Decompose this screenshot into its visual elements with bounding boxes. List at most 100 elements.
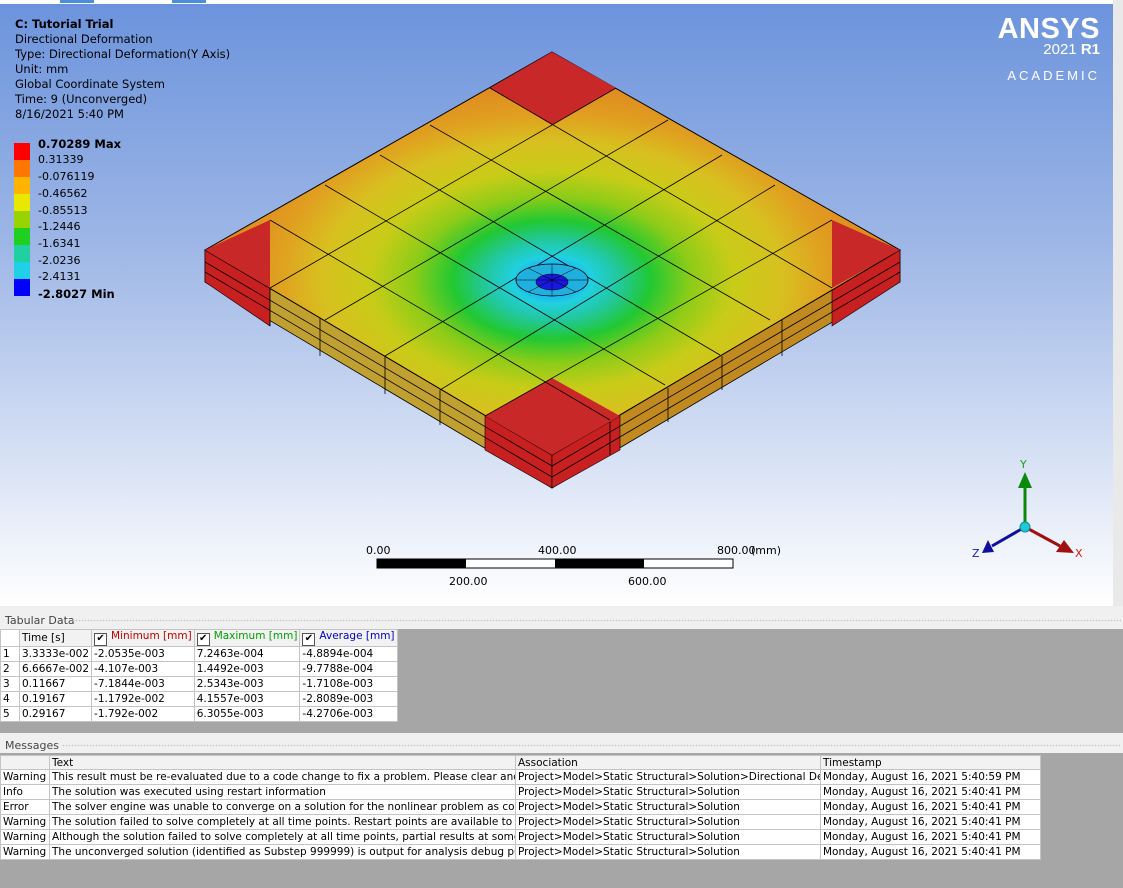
message-text: The solution was executed using restart … — [49, 784, 516, 800]
cell-time[interactable]: 6.6667e-002 — [18, 661, 93, 677]
scale-label: 400.00 — [538, 544, 577, 557]
messages-header-row: Text Association Timestamp — [0, 755, 1041, 770]
graphics-viewport[interactable]: C: Tutorial Trial Directional Deformatio… — [0, 0, 1113, 606]
col-maximum[interactable]: ✔ Maximum [mm] — [193, 629, 301, 647]
cell-time[interactable]: 0.11667 — [18, 676, 93, 692]
legend-label: -1.2446 — [38, 220, 81, 233]
row-number: 4 — [0, 691, 20, 707]
legend-label: -0.46562 — [38, 187, 88, 200]
message-text: This result must be re-evaluated due to … — [49, 769, 516, 785]
message-text: The solution failed to solve completely … — [49, 814, 516, 830]
message-row[interactable]: Error The solver engine was unable to co… — [0, 799, 1041, 815]
messages-header[interactable]: Messages — [0, 733, 1123, 753]
message-text: Although the solution failed to solve co… — [49, 829, 516, 845]
cell-maximum[interactable]: 7.2463e-004 — [193, 646, 301, 662]
triad-x-label: X — [1075, 547, 1083, 560]
message-row[interactable]: Warning This result must be re-evaluated… — [0, 769, 1041, 785]
message-row[interactable]: Warning Although the solution failed to … — [0, 829, 1041, 845]
row-number: 3 — [0, 676, 20, 692]
messages-title: Messages — [5, 739, 59, 752]
message-timestamp: Monday, August 16, 2021 5:40:41 PM — [820, 784, 1041, 800]
cell-time[interactable]: 3.3333e-002 — [18, 646, 93, 662]
scale-label: 0.00 — [366, 544, 391, 557]
table-row[interactable]: 5 0.29167 -1.792e-002 6.3055e-003 -4.270… — [0, 706, 398, 722]
legend-label: -0.076119 — [38, 170, 95, 183]
col-time[interactable]: Time [s] — [18, 629, 93, 647]
tabular-data-title: Tabular Data — [5, 614, 75, 627]
legend-min: -2.8027 Min — [38, 287, 115, 301]
table-header-row: Time [s] ✔ Minimum [mm] ✔ Maximum [mm] ✔ Av… — [0, 629, 398, 647]
grip-dots — [62, 744, 1121, 747]
logo-edition: ACADEMIC — [1007, 68, 1100, 83]
cell-minimum[interactable]: -2.0535e-003 — [91, 646, 195, 662]
message-row[interactable]: Warning The solution failed to solve com… — [0, 814, 1041, 830]
logo-brand: ANSYS — [997, 13, 1100, 45]
cell-minimum[interactable]: -1.792e-002 — [91, 706, 195, 722]
cell-minimum[interactable]: -1.1792e-002 — [91, 691, 195, 707]
legend-swatch — [14, 194, 30, 211]
col-type[interactable] — [0, 755, 50, 770]
message-row[interactable]: Info The solution was executed using res… — [0, 784, 1041, 800]
legend-swatch — [14, 279, 30, 296]
average-checkbox[interactable]: ✔ — [302, 633, 316, 646]
cell-minimum[interactable]: -7.1844e-003 — [91, 676, 195, 692]
legend-max: 0.70289 Max — [38, 137, 122, 151]
messages-table[interactable]: Text Association Timestamp Warning This … — [0, 755, 1041, 860]
cell-time[interactable]: 0.19167 — [18, 691, 93, 707]
axis-triad[interactable]: Y X Z — [960, 450, 1100, 570]
table-row[interactable]: 4 0.19167 -1.1792e-002 4.1557e-003 -2.80… — [0, 691, 398, 707]
legend-swatch — [14, 228, 30, 245]
cell-maximum[interactable]: 6.3055e-003 — [193, 706, 301, 722]
col-minimum[interactable]: ✔ Minimum [mm] — [91, 629, 195, 647]
cell-average[interactable]: -9.7788e-004 — [299, 661, 398, 677]
result-date: 8/16/2021 5:40 PM — [15, 107, 124, 121]
cell-minimum[interactable]: -4.107e-003 — [91, 661, 195, 677]
table-row[interactable]: 3 0.11667 -7.1844e-003 2.5343e-003 -1.71… — [0, 676, 398, 692]
row-number-header — [0, 629, 20, 647]
coordinate-system: Global Coordinate System — [15, 77, 165, 91]
cell-maximum[interactable]: 2.5343e-003 — [193, 676, 301, 692]
message-association: Project>Model>Static Structural>Solution — [515, 844, 821, 860]
scale-unit: (mm) — [751, 544, 782, 557]
result-time: Time: 9 (Unconverged) — [15, 92, 148, 106]
cell-average[interactable]: -4.2706e-003 — [299, 706, 398, 722]
cell-maximum[interactable]: 1.4492e-003 — [193, 661, 301, 677]
col-timestamp[interactable]: Timestamp — [820, 755, 1041, 770]
triad-y-label: Y — [1019, 458, 1027, 471]
legend-label: -2.0236 — [38, 254, 81, 267]
col-average[interactable]: ✔ Average [mm] — [299, 629, 398, 647]
message-timestamp: Monday, August 16, 2021 5:40:59 PM — [820, 769, 1041, 785]
message-timestamp: Monday, August 16, 2021 5:40:41 PM — [820, 799, 1041, 815]
table-row[interactable]: 2 6.6667e-002 -4.107e-003 1.4492e-003 -9… — [0, 661, 398, 677]
cell-average[interactable]: -1.7108e-003 — [299, 676, 398, 692]
legend-label: 0.31339 — [38, 153, 84, 166]
message-association: Project>Model>Static Structural>Solution — [515, 829, 821, 845]
message-type: Warning — [0, 769, 50, 785]
legend-label: -2.4131 — [38, 270, 81, 283]
legend-label: -1.6341 — [38, 237, 81, 250]
maximum-checkbox[interactable]: ✔ — [196, 633, 210, 646]
message-association: Project>Model>Static Structural>Solution — [515, 814, 821, 830]
viewport-scrollbar[interactable] — [1113, 0, 1123, 606]
row-number: 1 — [0, 646, 20, 662]
col-association[interactable]: Association — [515, 755, 821, 770]
col-text[interactable]: Text — [49, 755, 516, 770]
minimum-checkbox[interactable]: ✔ — [94, 633, 108, 646]
tabular-data-table[interactable]: Time [s] ✔ Minimum [mm] ✔ Maximum [mm] ✔ Av… — [0, 629, 398, 722]
cell-time[interactable]: 0.29167 — [18, 706, 93, 722]
legend-label: -0.85513 — [38, 204, 88, 217]
cell-average[interactable]: -4.8894e-004 — [299, 646, 398, 662]
result-name: Directional Deformation — [15, 32, 153, 46]
result-type: Type: Directional Deformation(Y Axis) — [15, 47, 231, 61]
cell-maximum[interactable]: 4.1557e-003 — [193, 691, 301, 707]
cell-average[interactable]: -2.8089e-003 — [299, 691, 398, 707]
legend-swatch — [14, 262, 30, 279]
message-type: Info — [0, 784, 50, 800]
messages-panel: Messages Text Association Timestamp Warn… — [0, 733, 1123, 888]
message-timestamp: Monday, August 16, 2021 5:40:41 PM — [820, 844, 1041, 860]
project-title: C: Tutorial Trial — [15, 17, 114, 31]
message-row[interactable]: Warning The unconverged solution (identi… — [0, 844, 1041, 860]
table-row[interactable]: 1 3.3333e-002 -2.0535e-003 7.2463e-004 -… — [0, 646, 398, 662]
result-unit: Unit: mm — [15, 62, 69, 76]
tabular-data-header[interactable]: Tabular Data — [0, 612, 1123, 629]
